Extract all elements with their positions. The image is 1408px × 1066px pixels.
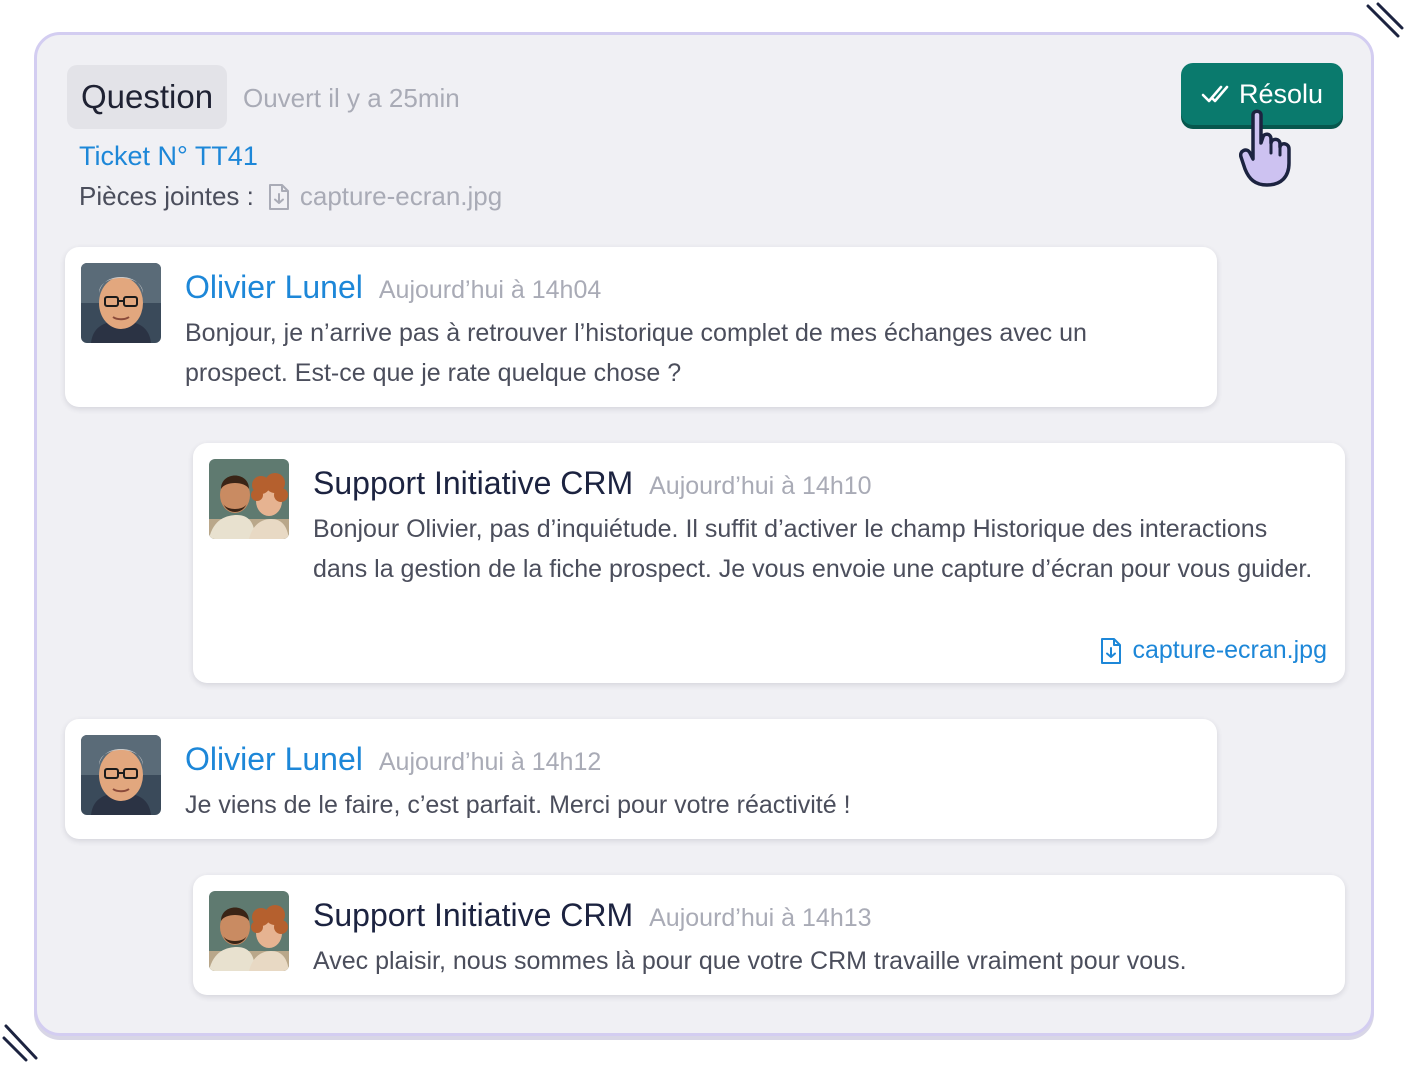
avatar-support [209,891,289,971]
message-author[interactable]: Olivier Lunel [185,741,363,778]
message-text: Bonjour Olivier, pas d’inquiétude. Il su… [313,515,1313,583]
message-card: Olivier Lunel Aujourd’hui à 14h12 Je vie… [65,719,1217,839]
message-author[interactable]: Support Initiative CRM [313,897,633,934]
message-time: Aujourd’hui à 14h04 [378,276,602,304]
message-text: Je viens de le faire, c’est parfait. Mer… [185,791,851,819]
attachment-link[interactable]: capture-ecran.jpg [268,181,502,212]
message-author[interactable]: Olivier Lunel [185,269,363,306]
avatar-support [209,459,289,539]
avatar-client [81,735,161,815]
message-card: Olivier Lunel Aujourd’hui à 14h04 Bonjou… [65,247,1217,407]
file-download-icon [268,183,289,210]
file-download-icon [1101,637,1122,664]
message-author[interactable]: Support Initiative CRM [313,465,633,502]
hand-pointer-cursor-icon [1239,109,1291,187]
double-check-icon [1201,85,1229,103]
attachment-filename: capture-ecran.jpg [299,181,503,211]
ticket-opened-time: Ouvert il y a 25min [243,83,460,113]
message-card: Support Initiative CRM Aujourd’hui à 14h… [193,875,1345,995]
message-card: Support Initiative CRM Aujourd’hui à 14h… [193,443,1345,683]
attachment-filename: capture-ecran.jpg [1132,636,1327,664]
message-time: Aujourd’hui à 14h12 [378,748,602,776]
ticket-panel: Question Ouvert il y a 25min Ticket N° T… [34,32,1374,1036]
ticket-attachments: Pièces jointes : capture-ecran.jpg [79,181,502,212]
message-time: Aujourd’hui à 14h13 [649,904,872,932]
resolve-button-label: Résolu [1238,78,1324,109]
ticket-category-badge: Question [67,65,228,129]
message-attachment-link[interactable]: capture-ecran.jpg [1100,636,1327,665]
message-time: Aujourd’hui à 14h10 [649,472,872,500]
decorative-strokes-bottom-left [2,1024,38,1062]
avatar-client [81,263,161,343]
message-text: Avec plaisir, nous sommes là pour que vo… [313,947,1187,975]
ticket-number-link[interactable]: Ticket N° TT41 [79,141,258,172]
message-text: Bonjour, je n’arrive pas à retrouver l’h… [185,319,1087,387]
decorative-strokes-top-right [1366,2,1404,38]
attachments-label: Pièces jointes : [79,181,254,211]
